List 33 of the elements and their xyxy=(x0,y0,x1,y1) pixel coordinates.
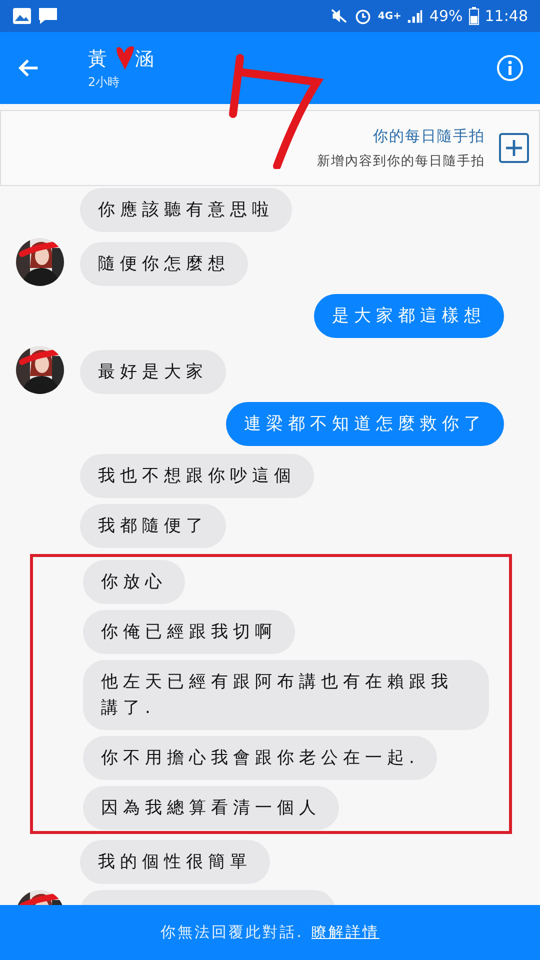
message-bubble: 你俺已經跟我切啊 xyxy=(83,610,295,654)
message-bubble: 最好是大家 xyxy=(80,350,226,394)
clock: 11:48 xyxy=(484,7,528,25)
signal-icon xyxy=(407,8,424,24)
message-bubble: 因為我總算看清一個人 xyxy=(83,786,339,830)
message-bubble: 他左天已經有跟阿布講也有在賴跟我講了. xyxy=(83,660,489,730)
learn-more-link[interactable]: 瞭解詳情 xyxy=(311,923,380,942)
message-bubble: 你放心 xyxy=(83,560,185,604)
battery-icon xyxy=(468,7,479,25)
message-bubble: 我的個性很簡單 xyxy=(80,840,270,884)
alarm-icon xyxy=(354,7,372,25)
story-subtitle: 新增內容到你的每日隨手拍 xyxy=(317,152,485,170)
message-bubble: 你不用擔心我會跟你老公在一起. xyxy=(83,736,438,780)
contact-name: 黃 xyxy=(88,46,107,72)
plus-icon xyxy=(504,138,524,158)
scribble-mark xyxy=(114,44,136,72)
story-title: 你的每日隨手拍 xyxy=(373,126,485,146)
message-bubble: 隨便你怎麼想 xyxy=(80,242,248,286)
message-bubble: 我也不想跟你吵這個 xyxy=(80,454,314,498)
info-button[interactable] xyxy=(496,54,524,82)
network-label: 4G+ xyxy=(378,10,402,22)
message-bubble: 你應該聽有意思啦 xyxy=(80,188,292,232)
contact-name: 涵 xyxy=(135,46,154,72)
message-icon xyxy=(38,7,58,25)
last-active-time: 2小時 xyxy=(88,74,121,90)
mute-icon xyxy=(330,8,348,24)
message-bubble: 是大家都這樣想 xyxy=(314,294,504,338)
add-story-button[interactable] xyxy=(499,133,529,163)
image-icon xyxy=(12,7,32,25)
message-bubble: 我都隨便了 xyxy=(80,504,226,548)
message-bubble: 連梁都不知道怎麼救你了 xyxy=(226,402,504,446)
notice-text: 你無法回覆此對話. xyxy=(160,923,304,942)
battery-percent: 49% xyxy=(429,7,463,25)
